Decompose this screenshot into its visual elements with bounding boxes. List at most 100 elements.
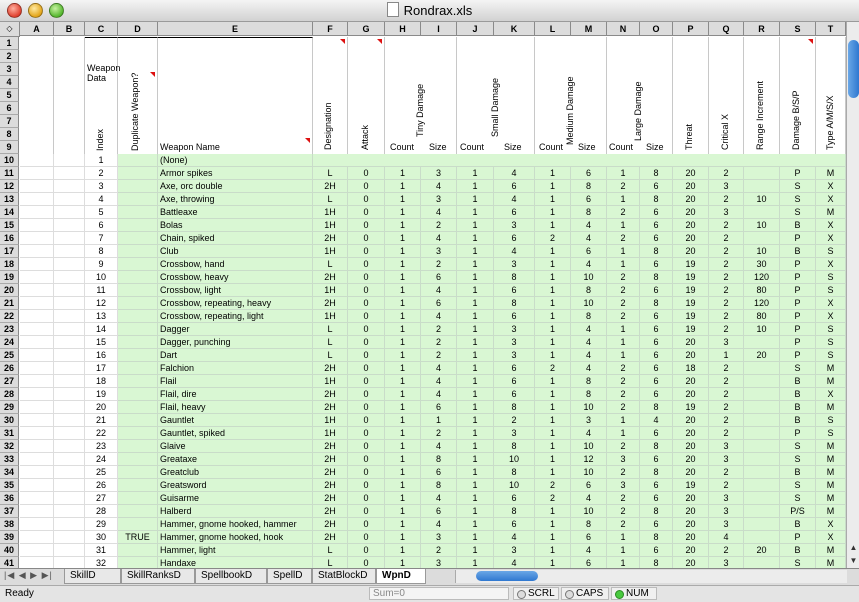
cell[interactable]: 6 [494, 375, 535, 388]
cell[interactable]: 8 [640, 167, 673, 180]
cell[interactable]: 10 [571, 271, 607, 284]
cell[interactable]: B [780, 388, 816, 401]
cell[interactable]: 2 [607, 518, 640, 531]
row-header[interactable]: 27 [0, 375, 19, 388]
damage-type-header-cell[interactable]: Damage B/S/P [780, 37, 816, 154]
cell[interactable]: 4 [571, 349, 607, 362]
table-row[interactable]: 12 Crossbow, repeating, heavy 2H 0 1 6 1 8 1 10 2 8… [20, 297, 846, 310]
cell[interactable] [118, 414, 158, 427]
cell[interactable]: 3 [494, 349, 535, 362]
weapon-name-cell[interactable]: Armor spikes [158, 167, 313, 180]
cell[interactable]: 1 [385, 388, 421, 401]
cell[interactable] [313, 154, 846, 167]
cell[interactable]: 1 [385, 440, 421, 453]
cell[interactable]: 20 [673, 206, 709, 219]
cell[interactable]: 0 [348, 232, 385, 245]
cell[interactable] [744, 518, 780, 531]
cell[interactable] [20, 492, 54, 505]
cell[interactable]: P/S [780, 505, 816, 518]
cell[interactable]: P [780, 336, 816, 349]
cell[interactable]: X [816, 518, 846, 531]
cell[interactable]: P [780, 232, 816, 245]
cell[interactable]: 1 [535, 284, 571, 297]
cell[interactable]: 6 [640, 492, 673, 505]
cell[interactable]: 1 [709, 349, 744, 362]
cell[interactable] [20, 310, 54, 323]
cell[interactable] [54, 362, 85, 375]
cell[interactable]: 1 [385, 479, 421, 492]
cell[interactable]: 19 [673, 310, 709, 323]
cell[interactable]: 2 [421, 258, 457, 271]
cell[interactable]: 1 [385, 271, 421, 284]
table-row[interactable]: 6 Bolas 1H 0 1 2 1 3 1 4 1 6 20 2 10 B X [20, 219, 846, 232]
cell[interactable]: 6 [494, 206, 535, 219]
cell[interactable]: 2 [709, 258, 744, 271]
column-header-p[interactable]: P [673, 22, 709, 36]
cell[interactable]: 1 [535, 518, 571, 531]
row-header[interactable]: 5 [0, 89, 19, 102]
cell[interactable]: 8 [571, 375, 607, 388]
cell[interactable]: 8 [640, 531, 673, 544]
cell[interactable]: 1 [535, 401, 571, 414]
cell[interactable]: 80 [744, 284, 780, 297]
cell[interactable]: 1 [385, 245, 421, 258]
row-header[interactable]: 3 [0, 63, 19, 76]
weapon-name-cell[interactable]: Axe, throwing [158, 193, 313, 206]
cell[interactable]: 4 [421, 388, 457, 401]
row-header[interactable]: 38 [0, 518, 19, 531]
cell[interactable]: 1 [385, 336, 421, 349]
cell[interactable] [744, 440, 780, 453]
cell[interactable]: B [780, 245, 816, 258]
cell[interactable]: 10 [571, 297, 607, 310]
small-damage-header-cell[interactable]: Small Damage Count Size [457, 37, 535, 154]
cell[interactable] [54, 492, 85, 505]
row-header[interactable]: 30 [0, 414, 19, 427]
cell[interactable]: 1 [535, 219, 571, 232]
cell[interactable]: 8 [640, 466, 673, 479]
row-header[interactable]: 40 [0, 544, 19, 557]
row-header[interactable]: 7 [0, 115, 19, 128]
cell[interactable]: 4 [640, 414, 673, 427]
table-row[interactable]: 7 Chain, spiked 2H 0 1 4 1 6 2 4 2 6 20 2 P X [20, 232, 846, 245]
cell[interactable]: 1 [385, 492, 421, 505]
cell[interactable]: 2H [313, 232, 348, 245]
cell[interactable] [118, 193, 158, 206]
cell[interactable]: 6 [640, 544, 673, 557]
cell[interactable]: 2 [607, 180, 640, 193]
cell[interactable] [744, 466, 780, 479]
cell[interactable]: 1 [385, 219, 421, 232]
cell[interactable]: 1 [457, 505, 494, 518]
cell[interactable]: 4 [571, 362, 607, 375]
cell[interactable]: 10 [494, 453, 535, 466]
cell[interactable]: P [780, 167, 816, 180]
weapon-name-cell[interactable]: Flail, heavy [158, 401, 313, 414]
cell[interactable] [744, 453, 780, 466]
cell[interactable]: 6 [421, 401, 457, 414]
cell[interactable]: 3 [494, 336, 535, 349]
cell[interactable]: 1 [385, 427, 421, 440]
cell[interactable]: 1 [607, 414, 640, 427]
cell[interactable] [744, 232, 780, 245]
cell[interactable]: 1 [385, 414, 421, 427]
cell[interactable]: 1 [457, 414, 494, 427]
cell[interactable]: M [816, 453, 846, 466]
weapon-name-cell[interactable]: Crossbow, repeating, light [158, 310, 313, 323]
cell[interactable]: 18 [85, 375, 118, 388]
column-header-l[interactable]: L [535, 22, 571, 36]
cell[interactable]: P [780, 271, 816, 284]
cell[interactable]: 6 [640, 388, 673, 401]
table-row[interactable]: 3 Axe, orc double 2H 0 1 4 1 6 1 8 2 6 20 3 S X [20, 180, 846, 193]
cell[interactable]: 19 [85, 388, 118, 401]
weapon-name-cell[interactable]: Dagger [158, 323, 313, 336]
cell[interactable]: 4 [421, 362, 457, 375]
cell[interactable]: M [816, 557, 846, 568]
cell[interactable]: 2 [607, 297, 640, 310]
cell[interactable]: 1 [385, 180, 421, 193]
cell[interactable]: 2 [709, 323, 744, 336]
cell[interactable]: 1 [457, 245, 494, 258]
cell[interactable]: 2 [607, 492, 640, 505]
cell[interactable]: 0 [348, 466, 385, 479]
table-row[interactable]: 2 Armor spikes L 0 1 3 1 4 1 6 1 8 20 2 P M [20, 167, 846, 180]
cell[interactable]: 1 [457, 557, 494, 568]
column-header-e[interactable]: E [158, 22, 313, 36]
